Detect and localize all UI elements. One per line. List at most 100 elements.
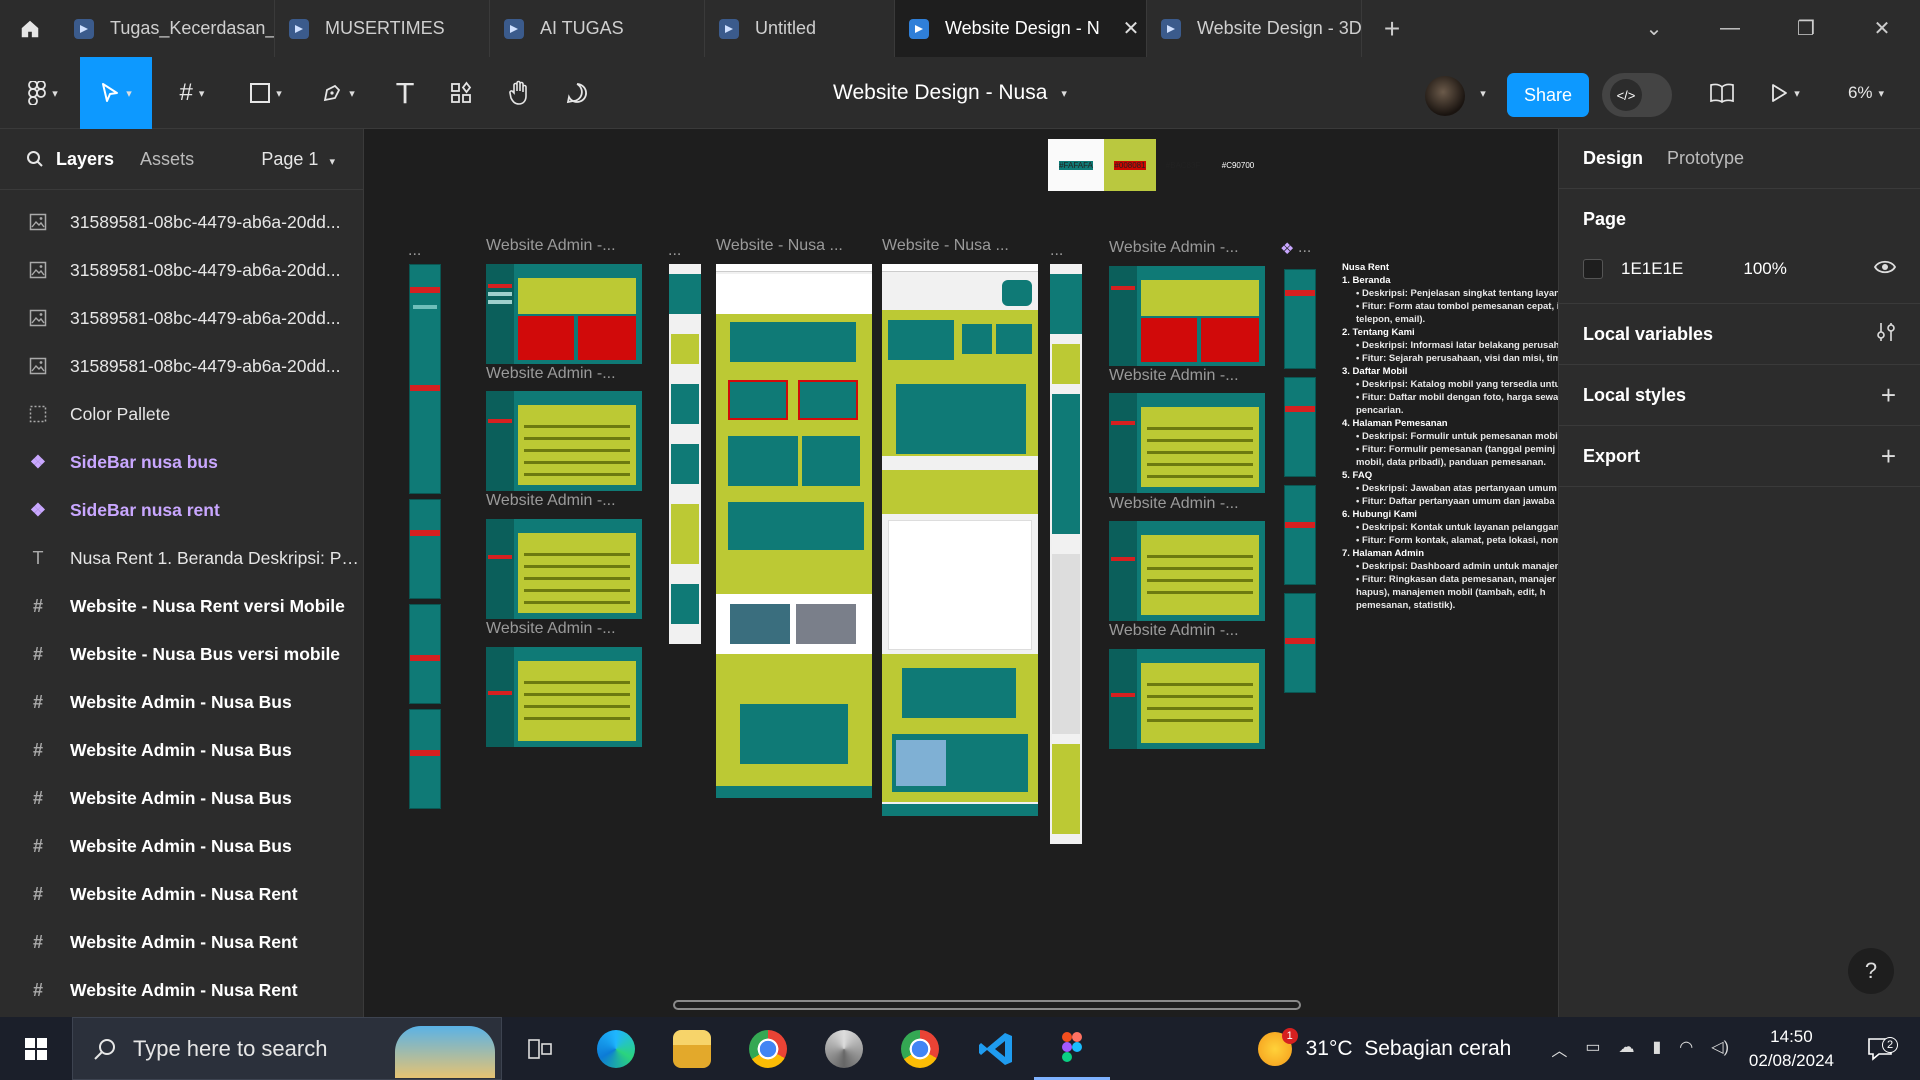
sidebar-component-rent[interactable] <box>1284 269 1316 369</box>
frame-label[interactable]: Website Admin -... <box>486 620 616 638</box>
chevron-down-icon[interactable]: ⌄ <box>1616 0 1692 57</box>
main-menu-button[interactable]: ▾ <box>18 57 68 129</box>
frame-label[interactable]: ... <box>1050 242 1063 260</box>
swatch-bac83f[interactable]: #BAC83F <box>1156 139 1210 191</box>
volume-icon[interactable]: ◁) <box>1711 1037 1729 1061</box>
frame-nusa-rent-desktop[interactable] <box>882 264 1038 816</box>
tab-ai-tugas[interactable]: AI TUGAS <box>490 0 705 57</box>
frame-label[interactable]: Website Admin -... <box>486 492 616 510</box>
meet-now-icon[interactable]: ▭ <box>1585 1037 1600 1061</box>
tab-design[interactable]: Design <box>1583 148 1643 169</box>
library-button[interactable] <box>1700 57 1744 129</box>
page-color-value[interactable]: 1E1E1E <box>1621 259 1683 279</box>
color-chip[interactable] <box>1583 259 1603 279</box>
local-variables-section[interactable]: Local variables <box>1559 304 1920 365</box>
frame-label[interactable]: ... <box>408 242 421 260</box>
taskbar-app-vscode[interactable] <box>958 1017 1034 1080</box>
frame-nusa-rent-mobile[interactable] <box>1050 264 1082 844</box>
frame-admin-bus-pemesanan[interactable] <box>486 519 642 619</box>
shape-tool[interactable]: ▾ <box>236 57 296 129</box>
layer-item[interactable]: 31589581-08bc-4479-ab6a-20dd... <box>0 246 363 294</box>
restore-icon[interactable]: ❐ <box>1768 0 1844 57</box>
search-icon[interactable] <box>26 150 44 168</box>
layers-tab[interactable]: Layers <box>56 149 114 170</box>
avatar-menu[interactable]: ▾ <box>1468 57 1492 129</box>
design-canvas[interactable]: #FAFAFA #008081 #BAC83F #C90700 ... Webs… <box>365 129 1558 1017</box>
frame-label[interactable]: ... <box>1298 239 1311 257</box>
home-button[interactable] <box>0 0 60 57</box>
frame-admin-rent-pemesanan[interactable] <box>1109 393 1265 493</box>
plus-icon[interactable]: + <box>1881 380 1896 411</box>
frame-label[interactable]: Website Admin -... <box>486 237 616 255</box>
close-tab-icon[interactable]: ✕ <box>1116 16 1146 41</box>
pen-tool[interactable]: ▾ <box>308 57 368 129</box>
eye-icon[interactable] <box>1873 259 1897 280</box>
frame-admin-rent-laporan[interactable] <box>1109 649 1265 749</box>
layer-item[interactable]: Color Pallete <box>0 390 363 438</box>
help-button[interactable]: ? <box>1848 948 1894 994</box>
swatch-fafafa[interactable]: #FAFAFA <box>1048 139 1104 191</box>
horizontal-scrollbar[interactable] <box>673 1000 1301 1010</box>
layer-item[interactable]: # Website Admin - Nusa Rent <box>0 918 363 966</box>
taskbar-app-figma[interactable] <box>1034 1017 1110 1080</box>
frame-label[interactable]: ... <box>668 242 681 260</box>
taskbar-app-chrome-profile[interactable] <box>806 1017 882 1080</box>
tab-untitled[interactable]: Untitled <box>705 0 895 57</box>
nusa-rent-notes[interactable]: Nusa Rent 1. Beranda • Deskripsi: Penjela… <box>1342 261 1558 612</box>
frame-tool[interactable]: # ▾ <box>162 57 222 129</box>
plus-icon[interactable]: + <box>1881 441 1896 472</box>
dev-mode-toggle[interactable]: </> <box>1602 73 1672 117</box>
layer-item[interactable]: # Website - Nusa Rent versi Mobile <box>0 582 363 630</box>
layer-item[interactable]: # Website - Nusa Bus versi mobile <box>0 630 363 678</box>
export-section[interactable]: Export + <box>1559 426 1920 487</box>
frame-label[interactable]: Website Admin -... <box>1109 495 1239 513</box>
move-tool[interactable]: ▾ <box>80 57 152 129</box>
frame-admin-bus-dashboard[interactable] <box>486 264 642 364</box>
frame-label[interactable]: Website Admin -... <box>486 365 616 383</box>
new-tab-button[interactable]: + <box>1362 0 1422 57</box>
taskbar-app-edge[interactable] <box>578 1017 654 1080</box>
frame-nusa-bus-mobile[interactable] <box>669 264 701 644</box>
layer-item[interactable]: # Website Admin - Nusa Rent <box>0 870 363 918</box>
sidebar-component-bus[interactable] <box>409 264 441 494</box>
sidebar-component-variant[interactable] <box>1284 485 1316 585</box>
frame-nusa-bus-desktop[interactable] <box>716 264 872 798</box>
layer-item[interactable]: # Website Admin - Nusa Bus <box>0 678 363 726</box>
tab-website-design-nusa[interactable]: Website Design - N ✕ <box>895 0 1147 57</box>
document-title[interactable]: Website Design - Nusa ▾ <box>800 57 1100 129</box>
page-background-row[interactable]: 1E1E1E 100% <box>1583 249 1897 289</box>
wifi-icon[interactable]: ◠ <box>1679 1037 1693 1061</box>
taskbar-app-chrome-2[interactable] <box>882 1017 958 1080</box>
layer-item[interactable]: T Nusa Rent 1. Beranda Deskripsi: Pe... <box>0 534 364 582</box>
battery-icon[interactable]: ▮ <box>1652 1037 1661 1061</box>
layer-item[interactable]: # Website Admin - Nusa Bus <box>0 822 363 870</box>
zoom-menu[interactable]: 6% ▾ <box>1838 57 1894 129</box>
resources-tool[interactable] <box>436 57 486 129</box>
share-button[interactable]: Share <box>1507 73 1589 117</box>
tab-tugas[interactable]: Tugas_Kecerdasan_B <box>60 0 275 57</box>
taskbar-clock[interactable]: 14:50 02/08/2024 <box>1749 1025 1834 1073</box>
hand-tool[interactable] <box>494 57 544 129</box>
comment-tool[interactable] <box>552 57 602 129</box>
frame-label[interactable]: Website Admin -... <box>1109 239 1239 257</box>
frame-label[interactable]: Website - Nusa ... <box>882 237 1009 255</box>
layer-item[interactable]: ❖ SideBar nusa bus <box>0 438 363 486</box>
text-tool[interactable]: T <box>380 57 430 129</box>
present-button[interactable]: ▾ <box>1760 57 1810 129</box>
sidebar-component-variant[interactable] <box>409 499 441 599</box>
start-button[interactable] <box>0 1017 72 1080</box>
local-styles-section[interactable]: Local styles + <box>1559 365 1920 426</box>
sidebar-component-variant[interactable] <box>1284 593 1316 693</box>
page-selector[interactable]: Page 1 ▾ <box>261 149 335 170</box>
layer-item[interactable]: 31589581-08bc-4479-ab6a-20dd... <box>0 198 363 246</box>
minimize-icon[interactable]: — <box>1692 0 1768 57</box>
sidebar-component-variant[interactable] <box>409 709 441 809</box>
swatch-008081[interactable]: #008081 <box>1104 139 1156 191</box>
avatar[interactable] <box>1425 76 1465 116</box>
frame-admin-rent-mobil[interactable] <box>1109 521 1265 621</box>
frame-label[interactable]: Website Admin -... <box>1109 622 1239 640</box>
swatch-c90700[interactable]: #C90700 <box>1210 139 1266 191</box>
layer-item[interactable]: 31589581-08bc-4479-ab6a-20dd... <box>0 342 363 390</box>
onedrive-icon[interactable]: ☁ <box>1618 1037 1634 1061</box>
sidebar-component-variant[interactable] <box>409 604 441 704</box>
